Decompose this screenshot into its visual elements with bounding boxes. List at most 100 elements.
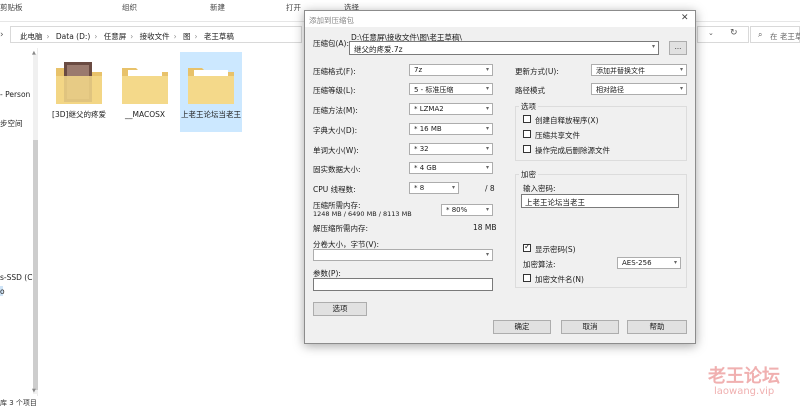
close-icon[interactable]: ✕ [681, 13, 689, 23]
word-value: * 32 [414, 145, 429, 153]
folder-item[interactable]: __MACOSX [114, 52, 176, 132]
sidebar-item-person[interactable]: - Person [0, 90, 30, 99]
word-select[interactable]: * 32 ▾ [409, 143, 493, 155]
scroll-down-icon[interactable]: ▼ [32, 388, 36, 394]
ribbon-organize[interactable]: 组织 [122, 2, 137, 13]
nav-arrow-icon[interactable]: › [0, 30, 4, 40]
folder-item[interactable]: [3D]继父的疼爱 [48, 52, 110, 132]
split-select[interactable]: ▾ [313, 249, 493, 261]
solid-value: * 4 GB [414, 164, 437, 172]
decomp-label: 解压缩所需内存: [313, 224, 369, 233]
shared-label: 压缩共享文件 [535, 131, 580, 140]
enc-method-value: AES-256 [622, 259, 652, 267]
folder-image-icon [56, 62, 102, 104]
enc-names-checkbox[interactable] [523, 274, 531, 282]
chevron-down-icon: ▾ [679, 66, 683, 73]
enc-method-select[interactable]: AES-256 ▾ [617, 257, 681, 269]
crumb[interactable]: 接收文件 [140, 32, 170, 41]
help-button[interactable]: 帮助 [627, 320, 687, 334]
dialog-titlebar[interactable]: 添加到压缩包 ✕ [305, 11, 695, 27]
dict-label: 字典大小(D): [313, 126, 358, 135]
delete-checkbox[interactable] [523, 145, 531, 153]
dict-select[interactable]: * 16 MB ▾ [409, 123, 493, 135]
watermark-url: laowang.vip [714, 386, 775, 397]
crumb[interactable]: 此电脑 [20, 32, 43, 41]
pathmode-label: 路径模式 [515, 86, 545, 95]
sidebar-item-drive-c[interactable]: s-SSD (C [0, 273, 32, 282]
dict-value: * 16 MB [414, 125, 442, 133]
update-select[interactable]: 添加并替换文件 ▾ [591, 64, 687, 76]
mem-percent-value: * 80% [446, 206, 468, 214]
chevron-down-icon: ▾ [485, 105, 489, 112]
chevron-down-icon: ▾ [485, 145, 489, 152]
sidebar-item-sync[interactable]: 步空间 [0, 118, 23, 129]
show-password-checkbox[interactable] [523, 242, 531, 252]
crumb[interactable]: Data (D:) [56, 32, 90, 41]
method-value: * LZMA2 [414, 105, 444, 113]
format-label: 压缩格式(F): [313, 67, 356, 76]
chevron-right-icon: › [46, 32, 50, 41]
sfx-checkbox[interactable] [523, 115, 531, 123]
chevron-right-icon: › [173, 32, 177, 41]
crumb[interactable]: 任意屏 [104, 32, 127, 41]
ribbon-new[interactable]: 新建 [210, 2, 225, 13]
chevron-down-icon: ▾ [485, 66, 489, 73]
pathmode-select[interactable]: 相对路径 ▾ [591, 83, 687, 95]
word-label: 单词大小(W): [313, 146, 359, 155]
status-bar: 库 3 个项目 [0, 399, 37, 406]
add-to-archive-dialog: 添加到压缩包 ✕ 压缩包(A): D:\任意屏\接收文件\图\老王草稿\ 继父的… [304, 10, 696, 344]
archive-name-input[interactable]: 继父的疼爱.7z ▾ [349, 41, 659, 55]
refresh-icon[interactable]: ↻ [730, 28, 738, 38]
ribbon-clipboard[interactable]: 剪贴板 [0, 2, 23, 13]
sfx-label: 创建自释放程序(X) [535, 116, 599, 125]
folder-label: __MACOSX [124, 110, 165, 119]
options-group-title: 选项 [519, 101, 538, 112]
level-value: 5 - 标准压缩 [414, 86, 454, 94]
encryption-group-title: 加密 [519, 169, 538, 180]
browse-button[interactable]: ... [669, 41, 687, 55]
solid-select[interactable]: * 4 GB ▾ [409, 162, 493, 174]
threads-select[interactable]: * 8 ▾ [409, 182, 459, 194]
ok-button[interactable]: 确定 [493, 320, 551, 334]
threads-value: * 8 [414, 184, 425, 192]
chevron-down-icon: ▾ [485, 206, 489, 213]
chevron-right-icon: › [130, 32, 134, 41]
password-value: 上老王论坛当老王 [525, 198, 585, 207]
shared-checkbox[interactable] [523, 130, 531, 138]
crumb[interactable]: 老王草稿 [204, 32, 234, 41]
folder-label: [3D]继父的疼爱 [52, 110, 106, 119]
chevron-down-icon[interactable]: ⌄ [708, 29, 714, 37]
sidebar-scrollbar-thumb[interactable] [33, 140, 38, 390]
options-button[interactable]: 选项 [313, 302, 367, 316]
folder-icon [188, 68, 234, 104]
solid-label: 固实数据大小: [313, 165, 361, 174]
mem-percent-select[interactable]: * 80% ▾ [441, 204, 493, 216]
format-value: 7z [414, 66, 423, 74]
method-select[interactable]: * LZMA2 ▾ [409, 103, 493, 115]
breadcrumb[interactable]: 此电脑 › Data (D:) › 任意屏 › 接收文件 › 图 › 老王草稿 [20, 31, 238, 42]
chevron-down-icon[interactable]: ▾ [652, 43, 655, 50]
method-label: 压缩方法(M): [313, 106, 358, 115]
params-input[interactable] [313, 278, 493, 291]
sidebar-item-other[interactable]: o [0, 287, 5, 296]
chevron-right-icon: › [194, 32, 198, 41]
level-select[interactable]: 5 - 标准压缩 ▾ [409, 83, 493, 95]
search-placeholder: 在 老王草 [770, 32, 800, 41]
ribbon-open[interactable]: 打开 [286, 2, 301, 13]
crumb[interactable]: 图 [183, 32, 191, 41]
delete-label: 操作完成后删除源文件 [535, 146, 610, 155]
chevron-down-icon: ▾ [485, 164, 489, 171]
address-bar-end [697, 26, 749, 43]
scroll-up-icon[interactable]: ▲ [32, 50, 36, 56]
folder-icon [122, 68, 168, 104]
chevron-down-icon: ▾ [673, 259, 677, 266]
password-input[interactable]: 上老王论坛当老王 [521, 194, 679, 208]
cancel-button[interactable]: 取消 [561, 320, 619, 334]
watermark-text: 老王论坛 [708, 366, 780, 387]
update-label: 更新方式(U): [515, 67, 559, 76]
format-select[interactable]: 7z ▾ [409, 64, 493, 76]
decomp-value: 18 MB [473, 223, 497, 232]
folder-item-selected[interactable]: 上老王论坛当老王 [180, 52, 242, 132]
chevron-down-icon: ▾ [485, 125, 489, 132]
archive-name-value: 继父的疼爱.7z [354, 45, 403, 54]
